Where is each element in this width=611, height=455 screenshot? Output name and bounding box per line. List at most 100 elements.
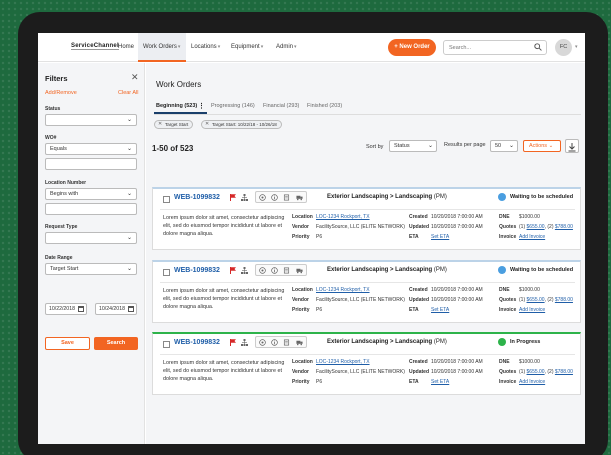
created-value: 10/20/2018 7:00:00 AM (431, 214, 483, 220)
status-glyph (499, 273, 505, 278)
quote-link[interactable]: $655.00 (527, 369, 545, 375)
tab-finished[interactable]: Finished (203) (307, 103, 342, 109)
work-order-id-link[interactable]: WEB-1099832 (174, 339, 220, 346)
trade-category: Exterior Landscaping > Landscaping (PM) (327, 339, 447, 345)
calendar-icon[interactable] (128, 306, 134, 312)
work-order-card[interactable]: WEB-1099832 Exterior Landscaping > Lands… (152, 332, 581, 395)
request-type-select[interactable]: ⌄ (45, 232, 137, 244)
nav-equipment[interactable]: Equipment▾ (231, 44, 263, 50)
tab-financial[interactable]: Financial (293) (263, 103, 299, 109)
chevron-down-icon[interactable]: ▾ (575, 44, 578, 50)
info-icon[interactable] (271, 194, 278, 201)
chevron-down-icon: ⌄ (548, 143, 554, 149)
document-icon[interactable] (283, 339, 290, 346)
save-button[interactable]: Save (45, 337, 90, 350)
quote-link[interactable]: $655.00 (527, 224, 545, 230)
work-order-card[interactable]: WEB-1099832 Exterior Landscaping > Lands… (152, 187, 581, 250)
date-to-input[interactable]: 10/24/2018 (95, 303, 137, 315)
app-logo[interactable]: ServiceChannel (71, 43, 119, 50)
close-icon[interactable]: ✕ (131, 72, 139, 83)
search-button[interactable]: Search (94, 337, 138, 350)
download-icon (568, 143, 576, 152)
checkin-icon[interactable] (259, 267, 266, 274)
chevron-down-icon: ⌄ (126, 146, 132, 152)
close-icon[interactable]: ✕ (205, 121, 209, 128)
nav-work-orders[interactable]: Work Orders▾ (143, 44, 180, 50)
invoice-label: Invoice (499, 234, 517, 240)
hierarchy-icon[interactable] (241, 339, 248, 346)
add-remove-link[interactable]: Add/Remove (45, 90, 77, 96)
select-checkbox[interactable] (163, 196, 170, 203)
wo-operator-select[interactable]: Equals ⌄ (45, 143, 137, 155)
per-page-select[interactable]: 50 ⌄ (490, 140, 518, 152)
wo-number-input[interactable] (45, 158, 137, 170)
nav-locations[interactable]: Locations▾ (191, 44, 220, 50)
quote-link[interactable]: $788.00 (555, 224, 573, 230)
created-label: Created (409, 214, 428, 220)
truck-icon[interactable] (296, 339, 303, 346)
location-operator-select[interactable]: Begins with ⌄ (45, 188, 137, 200)
actions-button[interactable]: Actions ⌄ (523, 140, 561, 152)
chevron-down-icon: ▾ (294, 44, 297, 50)
document-icon[interactable] (283, 194, 290, 201)
search-icon[interactable] (534, 43, 542, 51)
trade-category: Exterior Landscaping > Landscaping (PM) (327, 267, 447, 273)
add-invoice-link[interactable]: Add Invoice (519, 379, 545, 385)
info-icon[interactable] (271, 339, 278, 346)
results-per-page-label: Results per page (444, 142, 486, 148)
tab-beginning[interactable]: Beginning (523) (156, 103, 197, 109)
card-divider (160, 354, 575, 355)
work-order-card[interactable]: WEB-1099832 Exterior Landscaping > Lands… (152, 260, 581, 323)
location-link[interactable]: LOC-1234 Rockport, TX (316, 214, 370, 220)
quote-link[interactable]: $788.00 (555, 369, 573, 375)
truck-icon[interactable] (296, 267, 303, 274)
flag-icon[interactable] (230, 194, 236, 201)
document-icon[interactable] (283, 267, 290, 274)
clear-all-link[interactable]: Clear All (118, 90, 138, 96)
location-number-input[interactable] (45, 203, 137, 215)
filter-chip[interactable]: ✕ Target Start (154, 120, 194, 129)
kebab-menu-icon[interactable]: ⋮ (198, 102, 205, 110)
hierarchy-icon[interactable] (241, 194, 248, 201)
search-input[interactable] (443, 40, 547, 55)
location-link[interactable]: LOC-1234 Rockport, TX (316, 359, 370, 365)
quotes-value: (1) $655.00, (2) $788.00 (519, 224, 573, 230)
info-icon[interactable] (271, 267, 278, 274)
set-eta-link[interactable]: Set ETA (431, 307, 449, 313)
sort-select[interactable]: Status ⌄ (389, 140, 437, 152)
select-checkbox[interactable] (163, 341, 170, 348)
new-order-button[interactable]: + New Order (388, 39, 436, 56)
work-order-id-link[interactable]: WEB-1099832 (174, 267, 220, 274)
sort-by-label: Sort by (366, 144, 384, 150)
set-eta-link[interactable]: Set ETA (431, 379, 449, 385)
add-invoice-link[interactable]: Add Invoice (519, 234, 545, 240)
work-order-id-link[interactable]: WEB-1099832 (174, 194, 220, 201)
hierarchy-icon[interactable] (241, 267, 248, 274)
nav-admin[interactable]: Admin▾ (276, 44, 297, 50)
chevron-down-icon: ⌄ (126, 266, 132, 272)
date-from-input[interactable]: 10/22/2018 (45, 303, 87, 315)
checkin-icon[interactable] (259, 339, 266, 346)
flag-icon[interactable] (230, 267, 236, 274)
quote-link[interactable]: $788.00 (555, 297, 573, 303)
user-avatar[interactable]: FC (555, 39, 572, 56)
nav-home[interactable]: Home (118, 44, 134, 50)
filter-chip[interactable]: ✕ Target Start: 10/22/18 - 10/26/18 (201, 120, 282, 129)
truck-icon[interactable] (296, 194, 303, 201)
add-invoice-link[interactable]: Add Invoice (519, 307, 545, 313)
select-checkbox[interactable] (163, 269, 170, 276)
calendar-icon[interactable] (78, 306, 84, 312)
date-field-select[interactable]: Target Start ⌄ (45, 263, 137, 275)
checkin-icon[interactable] (259, 194, 266, 201)
priority-value: P6 (316, 307, 323, 313)
set-eta-link[interactable]: Set ETA (431, 234, 449, 240)
location-link[interactable]: LOC-1234 Rockport, TX (316, 287, 370, 293)
created-value: 10/20/2018 7:00:00 AM (431, 359, 483, 365)
download-button[interactable] (565, 139, 579, 153)
flag-icon[interactable] (230, 339, 236, 346)
close-icon[interactable]: ✕ (158, 121, 162, 128)
quote-link[interactable]: $655.00 (527, 297, 545, 303)
quick-actions-toolbar (255, 191, 307, 203)
status-select[interactable]: ⌄ (45, 114, 137, 126)
tab-progressing[interactable]: Progressing (146) (211, 103, 255, 109)
